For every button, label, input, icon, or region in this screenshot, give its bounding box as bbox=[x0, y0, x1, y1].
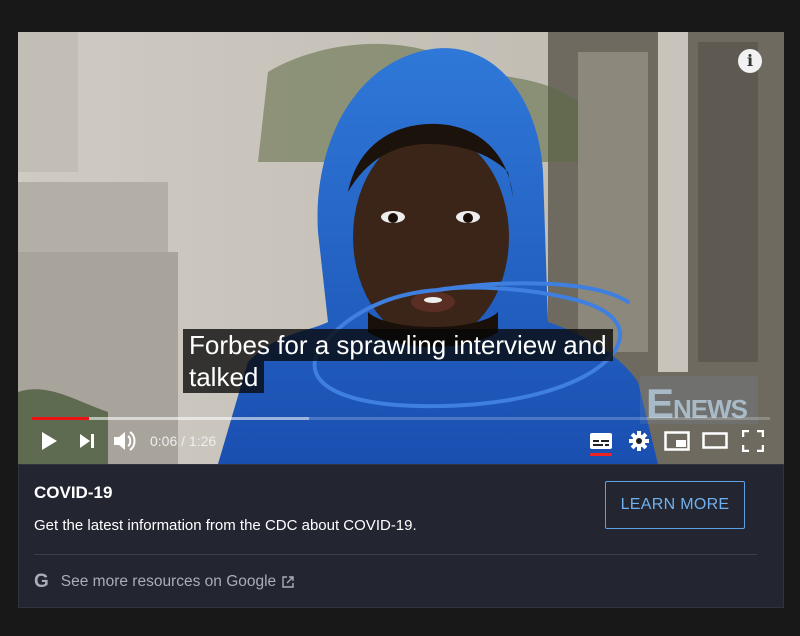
resources-label: See more resources on Google bbox=[60, 573, 277, 590]
player-controls: 0:06 / 1:26 bbox=[18, 418, 784, 464]
volume-button[interactable] bbox=[106, 421, 144, 461]
next-button[interactable] bbox=[68, 421, 106, 461]
caption-line-1: Forbes for a sprawling interview and bbox=[183, 329, 613, 361]
panel-description: Get the latest information from the CDC … bbox=[34, 517, 417, 534]
theater-mode-icon bbox=[702, 432, 728, 449]
info-icon[interactable]: i bbox=[738, 49, 762, 73]
subtitles-button[interactable] bbox=[582, 421, 620, 461]
google-resources-link[interactable]: G See more resources on Google bbox=[34, 571, 294, 593]
external-link-icon bbox=[282, 576, 294, 588]
panel-divider bbox=[34, 554, 757, 555]
subtitles-icon bbox=[590, 433, 612, 449]
fullscreen-button[interactable] bbox=[734, 421, 772, 461]
time-separator: / bbox=[177, 433, 189, 449]
play-button[interactable] bbox=[30, 421, 68, 461]
theater-mode-button[interactable] bbox=[696, 421, 734, 461]
settings-gear-icon bbox=[629, 431, 649, 451]
fullscreen-icon bbox=[742, 430, 764, 452]
learn-more-button[interactable]: LEARN MORE bbox=[605, 481, 745, 529]
time-current: 0:06 bbox=[150, 433, 178, 449]
panel-title: COVID-19 bbox=[34, 483, 113, 502]
time-total: 1:26 bbox=[188, 433, 217, 449]
settings-button[interactable] bbox=[620, 421, 658, 461]
volume-icon bbox=[114, 431, 136, 451]
google-logo-icon: G bbox=[34, 571, 49, 592]
miniplayer-icon bbox=[664, 431, 690, 451]
video-player[interactable]: E NEWS Forbes for a sprawling interview a… bbox=[18, 32, 784, 464]
time-display: 0:06 / 1:26 bbox=[150, 433, 216, 449]
next-icon bbox=[80, 434, 94, 448]
info-panel: COVID-19 Get the latest information from… bbox=[18, 464, 784, 608]
captions: Forbes for a sprawling interview and tal… bbox=[183, 329, 613, 393]
caption-line-2: talked bbox=[183, 361, 265, 393]
miniplayer-button[interactable] bbox=[658, 421, 696, 461]
play-icon bbox=[42, 432, 57, 450]
